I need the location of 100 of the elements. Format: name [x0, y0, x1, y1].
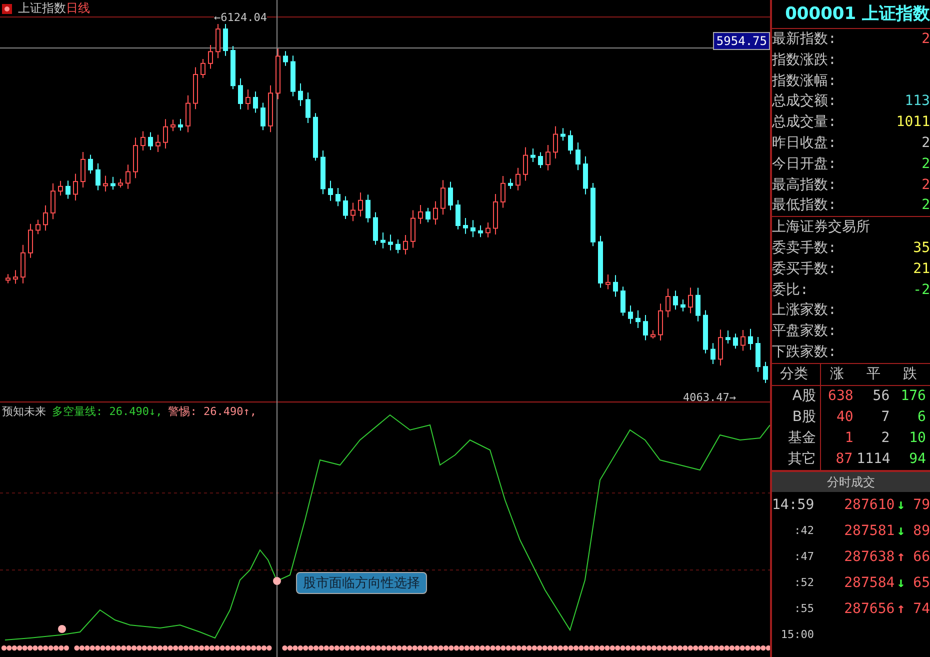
- settings-icon[interactable]: [2, 4, 12, 14]
- candle: [628, 304, 633, 324]
- candle: [193, 66, 198, 110]
- candle: [666, 288, 670, 318]
- candle: [576, 142, 580, 171]
- candle: [328, 180, 333, 202]
- candle: [523, 146, 528, 182]
- candle: [613, 274, 618, 298]
- candle: [238, 78, 243, 110]
- candle: [73, 173, 78, 201]
- candle: [546, 144, 550, 171]
- candle: [636, 310, 640, 328]
- candle: [410, 210, 416, 248]
- candle: [103, 175, 108, 192]
- candle: [696, 287, 700, 322]
- field-label: 最新指数:: [772, 30, 836, 49]
- table-cell-text: 638: [827, 386, 854, 406]
- candle: [133, 137, 138, 179]
- candle: [118, 178, 123, 188]
- indicator-value: 多空量线: 26.490↓,: [52, 404, 162, 419]
- candle: [478, 224, 483, 238]
- field-label: 总成交量:: [772, 113, 836, 132]
- candle: [516, 167, 520, 191]
- candle: [28, 223, 33, 258]
- candle: [456, 200, 460, 230]
- candle: [403, 234, 408, 255]
- candle: [530, 148, 536, 162]
- candle: [66, 180, 70, 200]
- candle: [486, 222, 490, 238]
- table-cell-text: 1114: [856, 450, 892, 469]
- field-label: 昨日收盘:: [772, 134, 836, 153]
- candle: [500, 176, 506, 208]
- chart-title: 上证指数: [18, 0, 66, 17]
- cursor-price-label: 5954.75: [713, 32, 770, 50]
- field-label: 总成交额:: [772, 92, 836, 112]
- candle: [306, 92, 310, 124]
- section-title: 上海证券交易所: [772, 218, 870, 238]
- candle: [568, 130, 573, 155]
- candle: [710, 342, 716, 365]
- candle: [313, 112, 318, 162]
- tick-direction: ↓: [896, 522, 906, 539]
- candle: [276, 48, 280, 100]
- field-label: 平盘家数:: [772, 322, 836, 342]
- candle: [763, 361, 768, 384]
- tick-time: :52: [793, 576, 814, 590]
- candle: [733, 333, 738, 350]
- tick-time: 14:59: [772, 496, 814, 513]
- field-value: 2: [922, 196, 930, 216]
- candle: [140, 130, 146, 151]
- candle: [260, 102, 266, 131]
- candle: [223, 22, 228, 56]
- field-value: 21: [913, 260, 930, 279]
- tick-price: 287581: [844, 522, 895, 539]
- tick-volume: 89: [913, 522, 930, 539]
- candle: [290, 55, 296, 97]
- candle: [463, 217, 468, 234]
- tick-time: :55: [793, 602, 814, 616]
- candle: [673, 290, 678, 310]
- candle: [268, 84, 273, 133]
- tick-price: 287656: [844, 600, 895, 617]
- tick-price: 287610: [844, 496, 895, 513]
- candle: [688, 287, 693, 314]
- candle: [246, 89, 250, 110]
- quote-title: 000001 上证指数: [772, 0, 930, 29]
- candle: [590, 182, 596, 247]
- tick-price: 287638: [844, 548, 895, 565]
- column-header: 分类: [772, 364, 821, 385]
- tick-volume: 79: [913, 496, 930, 513]
- candle: [718, 329, 723, 366]
- candle: [380, 232, 386, 249]
- tick-direction: ↑: [896, 548, 906, 565]
- candle: [96, 162, 100, 191]
- candle: [80, 152, 86, 188]
- field-label: 委卖手数:: [772, 238, 836, 258]
- candle: [373, 212, 378, 246]
- candle: [50, 182, 56, 220]
- alert-callout: 股市面临方向性选择: [296, 572, 427, 594]
- tick-direction: ↓: [896, 574, 906, 591]
- indicator-name: 预知未来: [2, 404, 46, 419]
- table-cell-text: 7: [880, 408, 891, 427]
- tick-volume: 65: [913, 574, 930, 591]
- candle: [620, 286, 626, 316]
- candle: [58, 180, 63, 196]
- signal-dot: [58, 625, 66, 633]
- field-label: 下跌家数:: [772, 342, 836, 362]
- candle: [553, 126, 558, 159]
- tick-time: :42: [793, 524, 814, 538]
- tick-price: 287584: [844, 574, 895, 591]
- table-cell-text: 6: [916, 408, 927, 427]
- column-header: 跌: [902, 364, 918, 384]
- candle: [756, 336, 760, 372]
- candle: [560, 128, 566, 142]
- candle: [508, 178, 513, 190]
- field-value: 1011: [896, 113, 930, 132]
- table-cell-text: 2: [880, 428, 891, 448]
- field-label: 今日开盘:: [772, 154, 836, 174]
- table-cell-text: 176: [900, 386, 927, 406]
- table-cell-text: 87: [834, 450, 854, 469]
- candle: [643, 314, 648, 341]
- candle: [208, 44, 213, 70]
